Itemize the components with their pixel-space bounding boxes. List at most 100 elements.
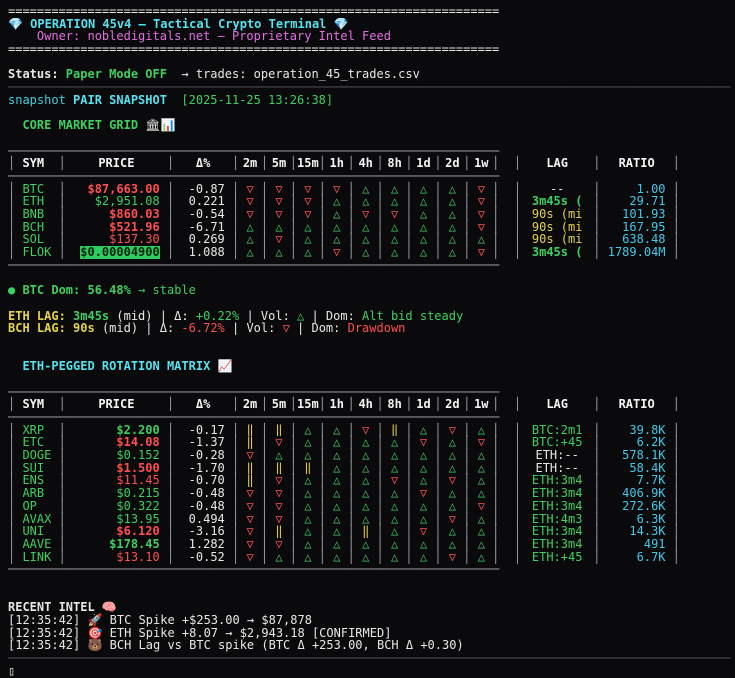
pair-snapshot-title: PAIR SNAPSHOT — [73, 93, 174, 107]
trend-icon: △ — [470, 233, 492, 246]
trend-icon: △ — [297, 221, 319, 234]
trend-icon: △ — [413, 500, 435, 513]
table-row: │SUI│$1.500│-1.70│‖│‖│‖│△│△│△│△│△│△││ETH… — [8, 462, 735, 475]
bch-dom-status: Drawdown — [348, 321, 406, 335]
trend-icon-text: ▽ — [391, 208, 398, 221]
trend-icon: △ — [326, 462, 348, 475]
trend-icon-text: ▽ — [478, 208, 485, 221]
cell-symbol: BNB — [15, 208, 58, 221]
cell-lag-text: ETH:+45 — [532, 551, 583, 564]
column-separator: │ — [673, 397, 680, 411]
trend-icon: ▽ — [297, 195, 319, 208]
trend-icon-text: △ — [333, 538, 340, 551]
cell-ratio: 7.7K — [601, 474, 673, 487]
trend-icon: ▽ — [239, 538, 261, 551]
cell-ratio-text: 167.95 — [622, 221, 665, 234]
cell-price-text: $178.45 — [109, 538, 160, 551]
trend-icon: △ — [355, 183, 377, 196]
trend-icon-text: ▽ — [275, 195, 282, 208]
trend-icon: ‖ — [268, 462, 290, 475]
cell-ratio-text: 39.8K — [629, 424, 665, 437]
trend-icon-text: ‖ — [275, 462, 282, 475]
trend-icon-text: △ — [449, 233, 456, 246]
trend-icon: △ — [326, 513, 348, 526]
cell-ratio-text: 638.48 — [622, 233, 665, 246]
cell-ratio: 101.93 — [601, 208, 673, 221]
trend-icon: △ — [470, 424, 492, 437]
trend-icon-text: ▽ — [478, 221, 485, 234]
cell-change: -1.70 — [174, 462, 232, 475]
trend-icon-text: △ — [362, 195, 369, 208]
cell-change-text: 1.282 — [189, 538, 225, 551]
cell-ratio: 58.4K — [601, 462, 673, 475]
cell-symbol-text: ETH — [22, 195, 44, 208]
trend-icon-text: △ — [362, 233, 369, 246]
trend-icon-text: △ — [449, 195, 456, 208]
trend-icon-text: ‖ — [275, 424, 282, 437]
cell-ratio: 6.2K — [601, 436, 673, 449]
trend-icon-text: ‖ — [304, 462, 311, 475]
trend-icon: △ — [442, 449, 464, 462]
trend-icon: ▽ — [413, 525, 435, 538]
trend-icon-text: △ — [391, 500, 398, 513]
trend-icon-text: △ — [391, 195, 398, 208]
cell-price: $0.152 — [66, 449, 167, 462]
trend-icon-text: ▽ — [478, 183, 485, 196]
trend-icon: ▽ — [268, 474, 290, 487]
cell-symbol: BTC — [15, 183, 58, 196]
trend-icon: △ — [297, 538, 319, 551]
btc-dom-label: BTC Dom: — [22, 283, 87, 297]
trend-icon: △ — [355, 462, 377, 475]
cell-price: $14.08 — [66, 436, 167, 449]
cell-change-text: -0.17 — [189, 424, 225, 437]
trend-icon: △ — [384, 436, 406, 449]
cell-price: $521.96 — [66, 221, 167, 234]
trend-icon-text: △ — [304, 221, 311, 234]
trend-icon-text: ▽ — [478, 436, 485, 449]
cell-price: $13.95 — [66, 513, 167, 526]
trend-icon: △ — [326, 525, 348, 538]
trend-icon-text: △ — [391, 449, 398, 462]
cell-ratio: 1789.04M — [601, 246, 673, 259]
trend-icon: △ — [355, 513, 377, 526]
table-border: ────────────────────────────────────────… — [8, 145, 735, 158]
cell-change-text: -0.48 — [189, 487, 225, 500]
trend-icon: ‖ — [384, 424, 406, 437]
trend-icon-text: ▽ — [246, 195, 253, 208]
trend-icon: ▽ — [268, 538, 290, 551]
cell-lag: ETH:-- — [521, 449, 593, 462]
cell-lag: 90s (mi — [521, 233, 593, 246]
trend-icon: △ — [442, 525, 464, 538]
terminal-line — [8, 576, 735, 589]
trend-icon: △ — [442, 500, 464, 513]
trend-icon: △ — [355, 195, 377, 208]
column-separator: │ — [514, 245, 521, 259]
cell-price-text: $0.322 — [116, 500, 159, 513]
table-border: ────────────────────────────────────────… — [8, 259, 735, 272]
trend-icon-text: ▽ — [275, 538, 282, 551]
trend-icon: △ — [297, 487, 319, 500]
column-separator: │ — [514, 550, 521, 564]
cell-ratio: 491 — [601, 538, 673, 551]
trend-icon: ‖ — [239, 474, 261, 487]
trend-icon: ▽ — [470, 208, 492, 221]
trend-icon: △ — [384, 233, 406, 246]
cell-price: $2.200 — [66, 424, 167, 437]
cell-lag-text: ETH:4m3 — [532, 513, 583, 526]
trend-icon: △ — [384, 513, 406, 526]
cell-price: $860.03 — [66, 208, 167, 221]
cell-price: $137.30 — [66, 233, 167, 246]
trend-icon-text: △ — [391, 462, 398, 475]
trend-icon-text: △ — [391, 538, 398, 551]
trend-icon-text: △ — [304, 233, 311, 246]
cell-ratio-text: 1.00 — [637, 183, 666, 196]
cell-lag-text: BTC:+45 — [532, 436, 583, 449]
trend-icon: △ — [297, 233, 319, 246]
cell-ratio-text: 6.7K — [637, 551, 666, 564]
cell-lag-text: 90s (mi — [532, 208, 583, 221]
cell-ratio: 638.48 — [601, 233, 673, 246]
trend-icon: ‖ — [239, 424, 261, 437]
trend-icon: △ — [413, 462, 435, 475]
trend-icon-text: △ — [420, 208, 427, 221]
cell-price-text: $0.152 — [116, 449, 159, 462]
